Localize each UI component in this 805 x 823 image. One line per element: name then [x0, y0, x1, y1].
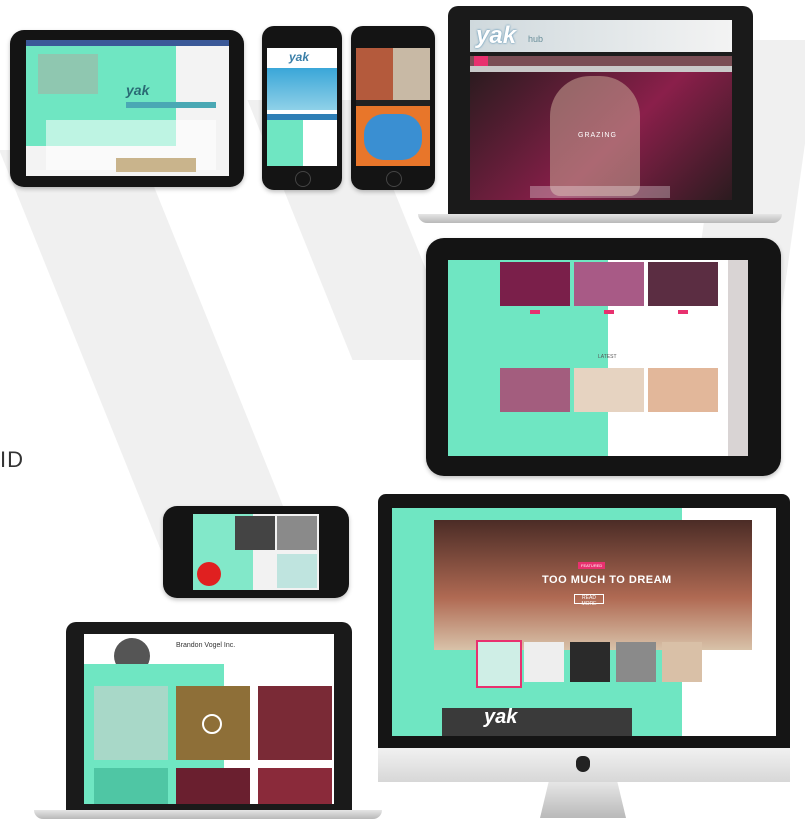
imac-footer-strip [442, 708, 632, 736]
laptop-top-base [418, 214, 782, 223]
tablet-small-thumb [116, 158, 196, 172]
laptop-bottom-screen: Brandon Vogel Inc. [84, 634, 334, 804]
laptop-bottom-base [34, 810, 382, 819]
imac-screen: FEATURED TOO MUCH TO DREAM READ MORE yak [392, 508, 776, 736]
laptop-top-logo: yak [476, 22, 517, 49]
imac-footer-logo: yak [484, 706, 518, 728]
phone-landscape-photo-3 [277, 554, 317, 588]
tablet-small-cover-photo [38, 54, 98, 94]
laptop-top-screen: yak hub GRAZING [470, 20, 732, 200]
background-band-left [0, 150, 301, 550]
apple-logo-icon [576, 756, 590, 772]
tablet-small-banner [126, 102, 216, 108]
phone-2-photo-bottom-faces [364, 114, 422, 160]
laptop-bottom-photo-1[interactable] [94, 686, 168, 760]
tablet-large-tile-5[interactable] [574, 368, 644, 412]
tablet-small-logo: yak [126, 82, 150, 98]
phone-2-home-button[interactable] [386, 171, 402, 187]
laptop-top-nav-active[interactable] [474, 56, 488, 66]
tablet-large-tile-1[interactable] [500, 262, 570, 306]
tablet-large-section-label: LATEST [598, 354, 617, 360]
phone-2-photo-top-left [356, 48, 393, 100]
tablet-small-device: yak [10, 30, 244, 187]
phone-1-hero [267, 68, 337, 110]
phone-1-home-button[interactable] [295, 171, 311, 187]
laptop-top-thumb-row [530, 186, 670, 198]
imac-thumb-2[interactable] [524, 642, 564, 682]
tablet-small-screen: yak [26, 40, 229, 176]
laptop-bottom-photo-6[interactable] [258, 768, 332, 804]
phone-landscape-device [163, 506, 349, 598]
phone-landscape-logo-graphic [197, 562, 221, 586]
tablet-large-tile-3[interactable] [648, 262, 718, 306]
laptop-bottom-photo-4[interactable] [94, 768, 168, 804]
imac-thumb-5[interactable] [662, 642, 702, 682]
tablet-large-tile-6[interactable] [648, 368, 718, 412]
laptop-top-nav [470, 56, 732, 66]
phone-1-screen: yak [267, 48, 337, 166]
laptop-bottom-profile-name: Brandon Vogel Inc. [176, 642, 236, 649]
imac-hero-read-more-button[interactable]: READ MORE [574, 594, 604, 607]
laptop-top-hero-label: GRAZING [578, 132, 617, 139]
laptop-top-logo-sub: hub [528, 34, 544, 44]
tablet-large-pink-tag-2 [604, 310, 614, 314]
phone-2-device [351, 26, 435, 190]
phone-1-device: yak [262, 26, 342, 190]
imac-thumb-4[interactable] [616, 642, 656, 682]
tablet-large-tile-2[interactable] [574, 262, 644, 306]
laptop-top-device: yak hub GRAZING [448, 6, 753, 214]
side-text: ID [0, 447, 24, 472]
imac-hero-tag: FEATURED [578, 562, 606, 569]
imac-thumb-3[interactable] [570, 642, 610, 682]
phone-landscape-photo-2 [277, 516, 317, 550]
tablet-large-screen: LATEST [448, 260, 748, 456]
laptop-bottom-photo-5[interactable] [176, 768, 250, 804]
phone-landscape-screen [193, 514, 319, 590]
tablet-large-tile-4[interactable] [500, 368, 570, 412]
tablet-large-device: LATEST [426, 238, 781, 476]
laptop-bottom-play-icon[interactable] [202, 714, 222, 734]
imac-hero-title: TOO MUCH TO DREAM [542, 574, 672, 586]
tablet-large-side-panel [728, 260, 748, 456]
phone-2-photo-top-right [393, 48, 430, 100]
phone-landscape-photo-1 [235, 516, 275, 550]
laptop-bottom-photo-3[interactable] [258, 686, 332, 760]
tablet-large-pink-tag-1 [530, 310, 540, 314]
imac-thumb-1[interactable] [476, 640, 522, 688]
tablet-large-pink-tag-3 [678, 310, 688, 314]
phone-2-screen [356, 48, 430, 166]
phone-1-mint-overlay [267, 120, 303, 166]
laptop-bottom-device: Brandon Vogel Inc. [66, 622, 352, 810]
phone-1-logo: yak [289, 50, 310, 64]
imac-stand [540, 782, 626, 818]
imac-device: FEATURED TOO MUCH TO DREAM READ MORE yak [378, 494, 790, 782]
